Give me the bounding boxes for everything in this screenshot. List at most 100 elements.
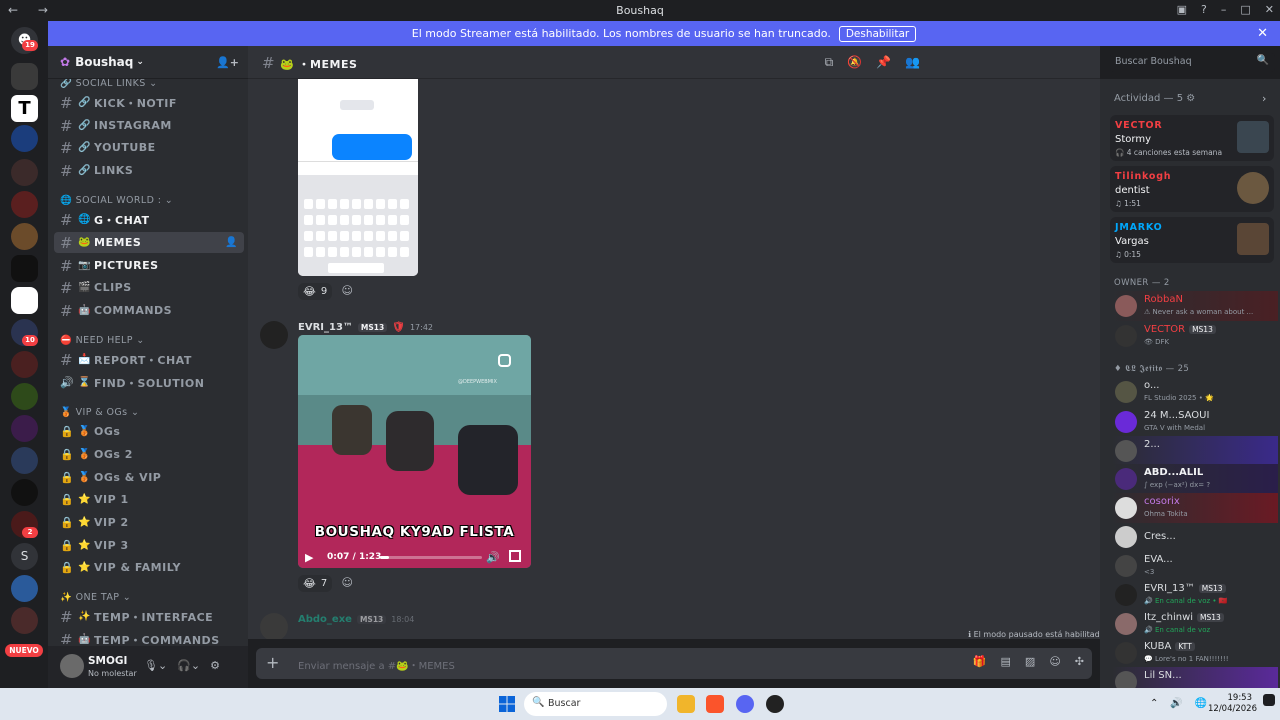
- member-item[interactable]: KUBA KTT 💬 Lore's no 1 FAN!!!!!!!: [1112, 638, 1278, 668]
- server-icon[interactable]: T: [11, 95, 38, 122]
- plus-icon[interactable]: +: [266, 653, 279, 672]
- play-icon[interactable]: ▶: [305, 551, 313, 564]
- message-author[interactable]: EVRI_13™: [298, 322, 353, 333]
- window-controls[interactable]: ▣ ? – □ ✕: [1177, 3, 1274, 16]
- pin-icon[interactable]: 📌: [876, 55, 891, 70]
- member-item[interactable]: 2...: [1112, 436, 1278, 466]
- close-window-button[interactable]: ✕: [1265, 3, 1274, 16]
- message-input[interactable]: Enviar mensaje a #🐸・MEMES: [298, 657, 455, 672]
- channel-ogs[interactable]: 🔒 🥉 OGs: [54, 421, 244, 442]
- gif-icon[interactable]: ▤: [1001, 655, 1011, 668]
- server-icon[interactable]: [11, 191, 38, 218]
- member-list-icon[interactable]: 👥: [905, 55, 920, 70]
- reaction-laugh[interactable]: 😂 7: [298, 574, 333, 592]
- activity-card[interactable]: JMARKO Vargas ♫ 0:15: [1110, 217, 1274, 263]
- member-item[interactable]: EVRI_13™ MS13 🔊 En canal de voz • 🇲🇦: [1112, 580, 1278, 610]
- channel-instagram[interactable]: # 🔗 INSTAGRAM: [54, 115, 244, 136]
- channel-pictures[interactable]: # 📷 PICTURES: [54, 255, 244, 276]
- apps-icon[interactable]: ✣: [1075, 655, 1084, 668]
- channel-links[interactable]: # 🔗 LINKS: [54, 160, 244, 181]
- channel-ogs-vip[interactable]: 🔒 🥉 OGs & VIP: [54, 467, 244, 488]
- fullscreen-icon[interactable]: [509, 550, 521, 562]
- discord-icon[interactable]: [736, 695, 754, 713]
- notification-icon[interactable]: [1263, 694, 1275, 706]
- member-item[interactable]: cosorix Ohma Tokita: [1112, 493, 1278, 523]
- network-icon[interactable]: 🌐: [1195, 698, 1207, 709]
- minimize-button[interactable]: –: [1221, 3, 1227, 16]
- image-attachment[interactable]: [298, 79, 418, 276]
- taskbar-search[interactable]: 🔍 Buscar: [524, 692, 667, 716]
- server-icon[interactable]: [11, 125, 38, 152]
- app-icon[interactable]: [766, 695, 784, 713]
- gift-icon[interactable]: 🎁: [973, 655, 987, 668]
- volume-icon[interactable]: 🔊: [486, 551, 500, 564]
- gear-icon[interactable]: ⚙: [1186, 93, 1195, 104]
- server-icon[interactable]: S: [11, 543, 38, 570]
- disable-streamer-button[interactable]: Deshabilitar: [838, 25, 917, 42]
- category-social-world[interactable]: 🌐 SOCIAL WORLD : ⌄: [60, 195, 173, 206]
- help-icon[interactable]: ?: [1201, 3, 1207, 16]
- category-one-tap[interactable]: ✨ ONE TAP ⌄: [60, 592, 131, 603]
- server-icon[interactable]: [11, 607, 38, 634]
- server-icon[interactable]: [11, 575, 38, 602]
- category-vip-ogs[interactable]: 🥉 VIP & OGs ⌄: [60, 407, 139, 418]
- server-icon[interactable]: [11, 383, 38, 410]
- channel-temp-interface[interactable]: # ✨ TEMP・INTERFACE: [54, 606, 244, 627]
- avatar[interactable]: [260, 321, 288, 349]
- member-item[interactable]: Cres...: [1112, 522, 1278, 552]
- emoji-icon[interactable]: ☺: [1049, 655, 1060, 668]
- server-icon[interactable]: [11, 255, 38, 282]
- channel-temp-commands[interactable]: # 🤖 TEMP・COMMANDS: [54, 629, 244, 645]
- guild-tag[interactable]: MS13: [356, 615, 387, 624]
- search-input[interactable]: Buscar Boushaq 🔍: [1110, 53, 1275, 72]
- server-icon[interactable]: [11, 287, 38, 314]
- channel-memes[interactable]: # 🐸 MEMES 👤: [54, 232, 244, 253]
- channel-kick-notif[interactable]: # 🔗 KICK・NOTIF: [54, 92, 244, 113]
- guild-tag[interactable]: MS13: [357, 323, 388, 332]
- sticker-icon[interactable]: ▨: [1025, 655, 1035, 668]
- video-attachment[interactable]: @DEEPWEBMIX BOUSHAQ KY9AD FLISTA ▶ 0:07 …: [298, 335, 531, 568]
- server-icon[interactable]: [11, 479, 38, 506]
- close-icon[interactable]: ✕: [1257, 26, 1268, 41]
- channel-ogs-2[interactable]: 🔒 🥉 OGs 2: [54, 444, 244, 465]
- member-item[interactable]: 24 M...SAOUI GTA V with Medal: [1112, 407, 1278, 437]
- member-item[interactable]: VECTOR MS13 👁 DFK: [1112, 321, 1278, 351]
- category-social-links[interactable]: 🔗 SOCIAL LINKS ⌄: [60, 79, 157, 89]
- add-member-icon[interactable]: 👤+: [216, 56, 239, 69]
- category-need-help[interactable]: ⛔ NEED HELP ⌄: [60, 335, 145, 346]
- member-item[interactable]: EVA... <3: [1112, 551, 1278, 581]
- gear-icon[interactable]: ⚙: [210, 659, 220, 672]
- add-member-icon[interactable]: 👤: [225, 237, 238, 248]
- channel-vip-3[interactable]: 🔒 ⭐ VIP 3: [54, 535, 244, 556]
- add-reaction-icon[interactable]: ☺: [338, 282, 356, 300]
- chevron-right-icon[interactable]: ›: [1262, 92, 1266, 105]
- server-icon[interactable]: [11, 63, 38, 90]
- member-item[interactable]: Lil SN...: [1112, 667, 1278, 688]
- new-badge[interactable]: NUEVO: [5, 644, 43, 657]
- reaction-laugh[interactable]: 😂 9: [298, 282, 333, 300]
- message-author[interactable]: Abdo_exe: [298, 614, 352, 625]
- file-explorer-icon[interactable]: [677, 695, 695, 713]
- video-seekbar[interactable]: [380, 556, 482, 559]
- volume-icon[interactable]: 🔊: [1170, 698, 1182, 709]
- member-item[interactable]: ABD...ALIL ∫ exp (−ax²) dx= ?: [1112, 464, 1278, 494]
- microphone-icon[interactable]: 🎙⌄: [144, 659, 167, 672]
- brave-browser-icon[interactable]: [706, 695, 724, 713]
- channel-youtube[interactable]: # 🔗 YOUTUBE: [54, 137, 244, 158]
- channel-clips[interactable]: # 🎬 CLIPS: [54, 277, 244, 298]
- threads-icon[interactable]: ⧉: [825, 55, 834, 70]
- server-header[interactable]: ✿ Boushaq ⌄ 👤+: [48, 46, 248, 79]
- avatar[interactable]: [260, 613, 288, 639]
- message-composer[interactable]: + Enviar mensaje a #🐸・MEMES 🎁 ▤ ▨ ☺ ✣: [256, 648, 1092, 679]
- inbox-icon[interactable]: ▣: [1177, 3, 1187, 16]
- channel-vip-1[interactable]: 🔒 ⭐ VIP 1: [54, 489, 244, 510]
- channel-g-chat[interactable]: # 🌐 G・CHAT: [54, 209, 244, 230]
- avatar[interactable]: [60, 654, 84, 678]
- clock[interactable]: 19:53 12/04/2026: [1208, 693, 1257, 715]
- headphones-icon[interactable]: 🎧⌄: [177, 659, 200, 672]
- activity-card[interactable]: Tilinkogh dentist ♫ 1:51: [1110, 166, 1274, 212]
- add-reaction-icon[interactable]: ☺: [338, 574, 356, 592]
- channel-find-solution[interactable]: 🔊 ⌛ FIND・SOLUTION: [54, 372, 244, 393]
- activity-card[interactable]: VECTOR Stormy 🎧 4 canciones esta semana: [1110, 115, 1274, 161]
- channel-report-chat[interactable]: # 📩 REPORT・CHAT: [54, 349, 244, 370]
